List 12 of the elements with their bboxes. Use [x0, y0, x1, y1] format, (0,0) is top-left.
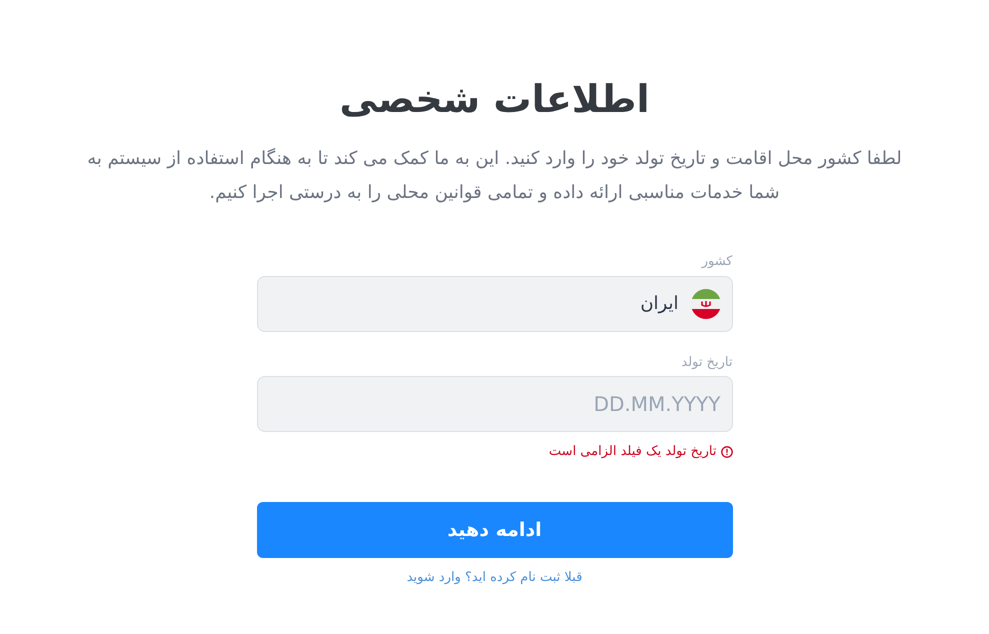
field-label: تاریخ تولد [681, 354, 732, 372]
country-value: ایران [640, 292, 678, 316]
flag-icon [690, 288, 720, 319]
page-title: اطلاعات شخصی [340, 76, 650, 123]
country-select[interactable]: ایران [256, 276, 732, 332]
continue-button[interactable]: ادامه دهید [256, 502, 732, 558]
login-link[interactable]: قبلا ثبت نام کرده اید؟ وارد شوید [406, 568, 582, 588]
error-text: تاریخ تولد یک فیلد الزامی است [548, 443, 716, 462]
field-label: کشور [702, 253, 732, 272]
page-description: لطفا کشور محل اقامت و تاریخ تولد خود را وارد کنید. این به ما کمک می کند تا به هنگام استفاده از سیستم به شما خدمات مناسبی ارائه داده و تمامی قوانین محلی را به درستی اجرا کنیم. [86, 147, 903, 206]
date-input-field[interactable]: DD.MM.YYYY [256, 376, 732, 432]
error-icon [720, 446, 732, 458]
